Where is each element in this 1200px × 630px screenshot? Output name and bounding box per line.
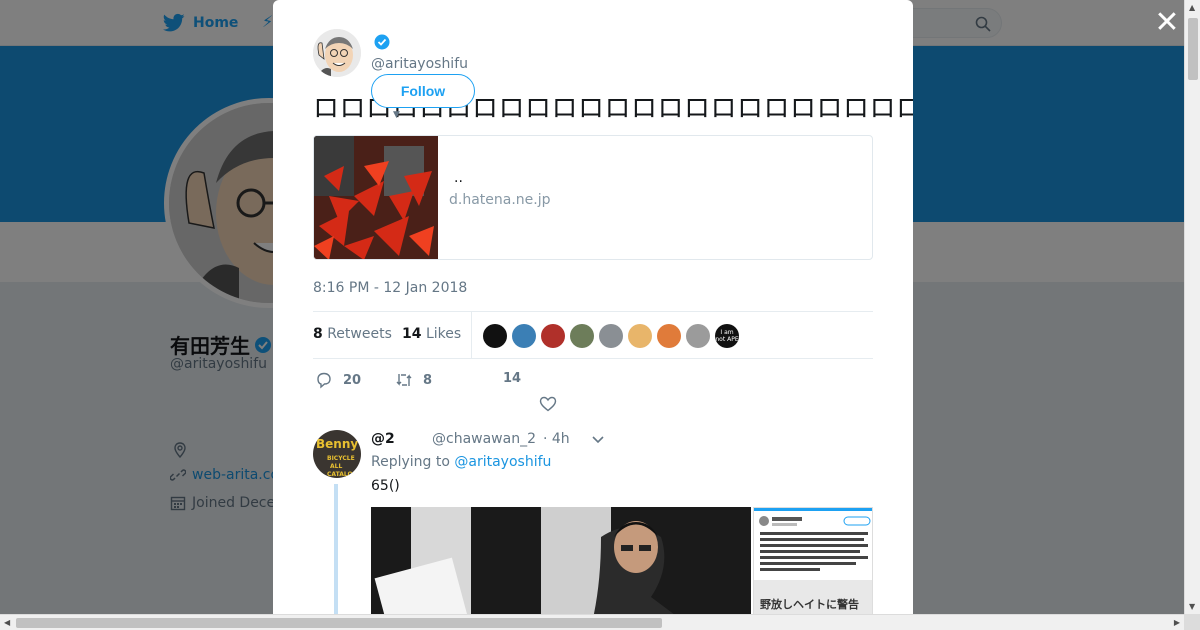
- retweet-count: 8: [423, 372, 433, 388]
- likers-avatars: I am not APE: [483, 324, 739, 348]
- replying-to: Replying to @aritayoshifu: [371, 454, 551, 470]
- vertical-scroll-thumb[interactable]: [1188, 18, 1198, 80]
- horizontal-scrollbar[interactable]: ◀ ▶: [0, 614, 1184, 630]
- stats-divider: [471, 312, 472, 358]
- retweet-icon: [396, 374, 412, 386]
- tweet-actions: 20 8 14: [313, 371, 873, 413]
- scroll-down-arrow-icon[interactable]: ▼: [1189, 602, 1195, 611]
- scroll-right-arrow-icon[interactable]: ▶: [1174, 618, 1180, 627]
- retweets-count: 8: [313, 326, 323, 342]
- liker-avatar[interactable]: [512, 324, 536, 348]
- liker-avatar[interactable]: [657, 324, 681, 348]
- vertical-scrollbar[interactable]: ▲ ▼: [1184, 0, 1200, 614]
- replying-prefix: Replying to: [371, 454, 450, 470]
- retweets-label: Retweets: [327, 326, 392, 342]
- reply-author-handle[interactable]: @chawawan_2: [432, 431, 536, 447]
- card-domain: d.hatena.ne.jp: [449, 192, 551, 208]
- likes-label: Likes: [425, 326, 462, 342]
- tweet-modal: @aritayoshifu ロロロロロロロロロロロロロロロロロロロロロロロロロロ…: [273, 0, 913, 614]
- thread-line: [334, 484, 338, 614]
- reply-action[interactable]: 20: [315, 371, 361, 389]
- likes-count: 14: [402, 326, 422, 342]
- photo-caption: 野放しヘイトに警告: [760, 598, 859, 611]
- reply-icon: [317, 372, 331, 389]
- chevron-down-icon[interactable]: ▼: [393, 110, 400, 120]
- replying-to-link[interactable]: @aritayoshifu: [454, 454, 551, 470]
- tweet-stats: 8 Retweets 14 Likes I am not APE: [313, 311, 873, 359]
- reply-author-avatar[interactable]: Benny BICYCLE ALL CATALO: [313, 430, 361, 478]
- reply-text: 65(): [371, 478, 400, 494]
- heart-icon[interactable]: [539, 395, 557, 413]
- tweet-author-handle[interactable]: @aritayoshifu: [371, 56, 468, 72]
- liker-avatar[interactable]: [483, 324, 507, 348]
- horizontal-scroll-thumb[interactable]: [16, 618, 662, 628]
- chevron-down-icon[interactable]: [591, 433, 605, 447]
- retweet-action[interactable]: 8: [395, 371, 432, 389]
- reply-count: 20: [343, 372, 362, 388]
- reply-author-name[interactable]: @2: [371, 431, 395, 447]
- like-count: 14: [503, 371, 522, 386]
- link-preview-card[interactable]: .. d.hatena.ne.jp: [313, 135, 873, 260]
- retweets-stat[interactable]: 8 Retweets: [313, 326, 392, 342]
- card-title: ..: [454, 170, 463, 186]
- liker-avatar[interactable]: I am not APE: [715, 324, 739, 348]
- liker-avatar[interactable]: [686, 324, 710, 348]
- reply-photo-1[interactable]: [371, 507, 751, 614]
- tweet-timestamp[interactable]: 8:16 PM - 12 Jan 2018: [313, 280, 467, 296]
- svg-text:CATALO: CATALO: [327, 471, 353, 478]
- liker-avatar[interactable]: [541, 324, 565, 348]
- liker-avatar[interactable]: [570, 324, 594, 348]
- scroll-left-arrow-icon[interactable]: ◀: [4, 618, 10, 627]
- likes-stat[interactable]: 14 Likes: [402, 326, 461, 342]
- svg-text:ALL: ALL: [330, 463, 342, 470]
- scrollbar-corner: [1184, 614, 1200, 630]
- liker-avatar[interactable]: [599, 324, 623, 348]
- reply-time[interactable]: · 4h: [543, 431, 570, 447]
- reply-photo-2[interactable]: 野放しヘイトに警告: [753, 507, 873, 614]
- follow-button[interactable]: Follow: [371, 74, 475, 108]
- svg-text:BICYCLE: BICYCLE: [327, 455, 355, 462]
- svg-text:Benny: Benny: [316, 437, 358, 451]
- like-action[interactable]: 14: [503, 371, 521, 386]
- close-icon[interactable]: ✕: [1154, 8, 1180, 38]
- verified-badge-icon: [374, 34, 390, 50]
- tweet-author-avatar[interactable]: [313, 29, 361, 77]
- card-image: [314, 136, 438, 259]
- scroll-up-arrow-icon[interactable]: ▲: [1189, 3, 1195, 12]
- liker-avatar[interactable]: [628, 324, 652, 348]
